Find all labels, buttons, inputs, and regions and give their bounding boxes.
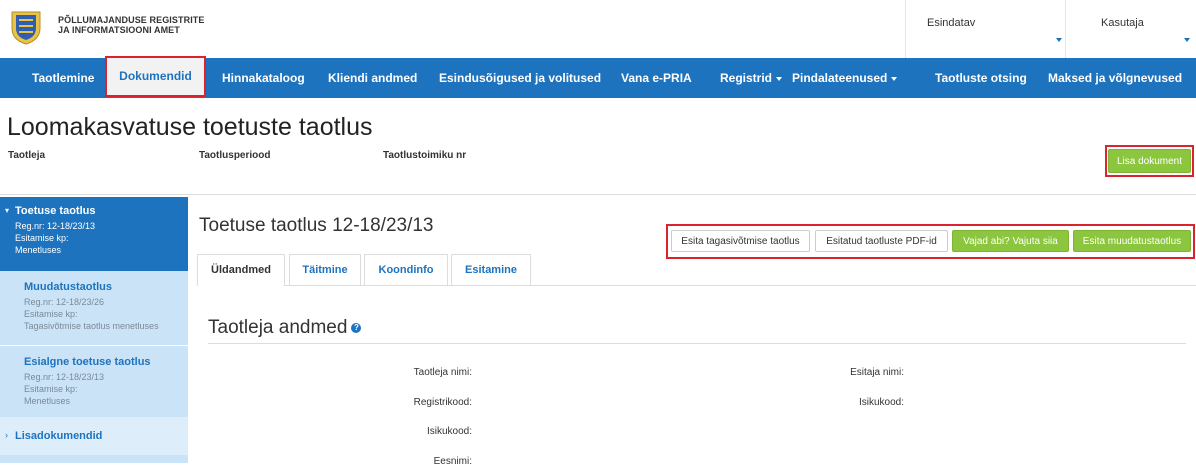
help-question-icon[interactable]: ? <box>351 322 362 333</box>
sidebar-item-lisadokumendid[interactable]: › Lisadokumendid <box>0 417 188 455</box>
field-label-esitaja-nimi: Esitaja nimi: <box>850 367 904 378</box>
page-title: Loomakasvatuse toetuste taotlus <box>7 113 373 141</box>
tab-koondinfo[interactable]: Koondinfo <box>364 254 448 285</box>
sidebar-item-status: Menetluses <box>15 245 62 255</box>
tab-uldandmed[interactable]: Üldandmed <box>197 254 285 286</box>
tab-taitmine[interactable]: Täitmine <box>289 254 361 285</box>
kasutaja-dropdown-chevron-icon[interactable] <box>1184 38 1190 42</box>
kasutaja-label: Kasutaja <box>1101 17 1144 29</box>
nav-item-taotluste-otsing[interactable]: Taotluste otsing <box>935 58 1027 98</box>
sidebar-item-muudatustaotlus[interactable]: Muudatustaotlus Reg.nr: 12-18/23/26 Esit… <box>0 271 188 345</box>
field-label-taotleja-nimi: Taotleja nimi: <box>413 367 472 378</box>
sidebar-item-date: Esitamise kp: <box>24 384 78 394</box>
sidebar-item-title: Esialgne toetuse taotlus <box>24 356 151 368</box>
field-label-esitaja-isikukood: Isikukood: <box>858 397 904 408</box>
sidebar-item-date: Esitamise kp: <box>15 233 69 243</box>
sidebar-item-status: Tagasivõtmise taotlus menetluses <box>24 321 159 331</box>
add-document-button[interactable]: Lisa dokument <box>1108 149 1191 173</box>
sidebar-item-title: Toetuse taotlus <box>15 205 96 217</box>
field-label-eesnimi: Eesnimi: <box>433 456 472 467</box>
application-title: Toetuse taotlus 12-18/23/13 <box>199 215 434 236</box>
chevron-right-icon: › <box>5 430 8 440</box>
sidebar-item-regnr: Reg.nr: 12-18/23/26 <box>24 297 105 307</box>
pindalateenused-chevron-down-icon <box>891 76 898 81</box>
section-divider <box>208 343 1186 344</box>
header-divider <box>1065 0 1066 58</box>
submit-amendment-button[interactable]: Esita muudatustaotlus <box>1073 230 1191 252</box>
meta-taotlustoimiku-nr: Taotlustoimiku nr <box>383 150 467 161</box>
expanded-bullet-icon: ▾ <box>5 206 10 215</box>
header-divider <box>905 0 906 58</box>
sidebar-item-status: Menetluses <box>24 396 71 406</box>
nav-item-vana-e-pria[interactable]: Vana e-PRIA <box>621 58 692 98</box>
nav-item-taotlemine[interactable]: Taotlemine <box>32 58 94 98</box>
sidebar-item-regnr: Reg.nr: 12-18/23/13 <box>24 372 105 382</box>
sidebar-item-title: Muudatustaotlus <box>24 281 112 293</box>
sidebar-item-toetuse-taotlus[interactable]: ▾ Toetuse taotlus Reg.nr: 12-18/23/13 Es… <box>0 197 188 271</box>
meta-taotleja: Taotleja <box>8 150 46 161</box>
organization-name: PÕLLUMAJANDUSE REGISTRITE JA INFORMATSIO… <box>58 15 205 35</box>
esindatav-label: Esindatav <box>927 17 976 29</box>
divider <box>0 194 1196 195</box>
field-label-isikukood: Isikukood: <box>426 426 472 437</box>
nav-item-pindalateenused[interactable]: Pindalateenused <box>792 58 898 98</box>
field-label-registrikood: Registrikood: <box>413 397 472 408</box>
section-title: Taotleja andmed? <box>208 317 362 339</box>
coat-of-arms-logo[interactable] <box>8 8 44 46</box>
submitted-pdfs-button[interactable]: Esitatud taotluste PDF-id <box>815 230 948 252</box>
nav-item-dokumendid[interactable]: Dokumendid <box>105 56 206 97</box>
section-title-text: Taotleja andmed <box>208 317 348 338</box>
nav-item-hinnakataloog[interactable]: Hinnakataloog <box>222 58 305 98</box>
registrid-chevron-down-icon <box>776 76 783 81</box>
sidebar-item-regnr: Reg.nr: 12-18/23/13 <box>15 221 96 231</box>
nav-item-registrid[interactable]: Registrid <box>720 58 783 98</box>
submit-withdrawal-button[interactable]: Esita tagasivõtmise taotlus <box>671 230 810 252</box>
esindatav-dropdown-chevron-icon[interactable] <box>1056 38 1062 42</box>
sidebar-bottom <box>0 455 188 463</box>
meta-taotlusperiood: Taotlusperiood <box>199 150 271 161</box>
help-button[interactable]: Vajad abi? Vajuta siia <box>952 230 1069 252</box>
sidebar-item-title: Lisadokumendid <box>15 430 103 442</box>
nav-item-maksed[interactable]: Maksed ja võlgnevused <box>1048 58 1182 98</box>
sidebar-item-date: Esitamise kp: <box>24 309 78 319</box>
sidebar-item-esialgne-toetuse-taotlus[interactable]: Esialgne toetuse taotlus Reg.nr: 12-18/2… <box>0 346 188 417</box>
nav-item-kliendi-andmed[interactable]: Kliendi andmed <box>328 58 417 98</box>
nav-item-esindusoigused[interactable]: Esindusõigused ja volitused <box>439 58 601 98</box>
tab-esitamine[interactable]: Esitamine <box>451 254 531 285</box>
